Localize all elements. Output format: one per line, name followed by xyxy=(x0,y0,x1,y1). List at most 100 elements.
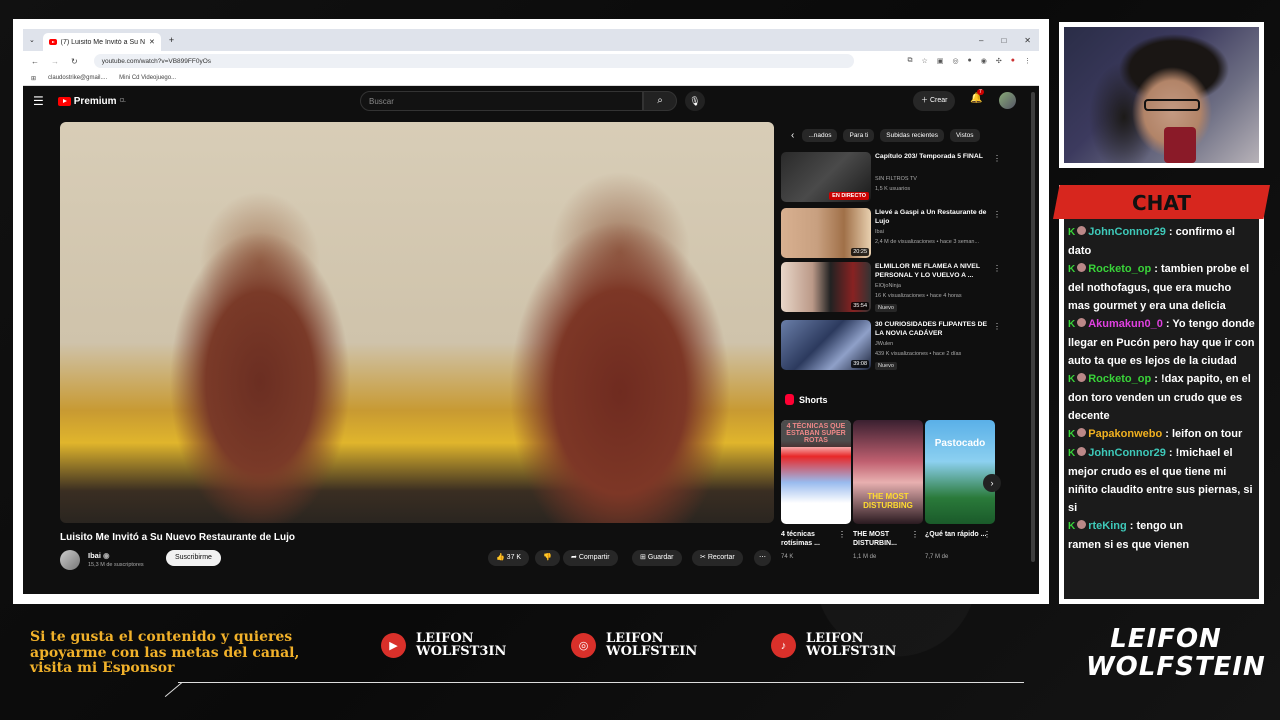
chat-username[interactable]: Rocketo_op xyxy=(1088,263,1151,275)
back-icon[interactable]: ← xyxy=(31,57,39,66)
clip-button[interactable]: ✂ Recortar xyxy=(692,550,743,566)
browser-menu-icon[interactable]: ⋮ xyxy=(1024,57,1031,65)
chips-prev-icon[interactable]: ‹ xyxy=(791,130,794,141)
short-title-2[interactable]: ¿Qué tan rápido ... xyxy=(925,530,987,539)
extension-icon-1[interactable]: ▣ xyxy=(937,57,944,65)
new-tab-button[interactable]: + xyxy=(169,35,174,45)
bookmark-gmail[interactable]: claudostrike@gmail.... xyxy=(48,75,107,81)
channel-name[interactable]: Ibai ◉ xyxy=(88,551,110,560)
rec-thumbnail-1[interactable]: 20:25 xyxy=(781,208,871,258)
notifications-bell-icon[interactable]: 🔔 7 xyxy=(970,89,984,104)
rec-menu-icon-2[interactable]: ⋮ xyxy=(993,264,1001,273)
rec-channel-3[interactable]: JWulen xyxy=(875,340,893,348)
rec-thumbnail-2[interactable]: 35:54 xyxy=(781,262,871,312)
tab-search-icon[interactable]: ⌄ xyxy=(29,36,35,44)
instagram-icon: ◎ xyxy=(571,633,596,658)
channel-avatar[interactable] xyxy=(60,550,80,570)
search-button[interactable]: ⌕ xyxy=(643,91,677,111)
bookmark-star-icon[interactable]: ☆ xyxy=(922,57,928,65)
create-label: Crear xyxy=(929,97,948,104)
bookmark-minicd[interactable]: Mini Cd Videojuego... xyxy=(119,75,176,81)
video-player[interactable] xyxy=(60,122,774,523)
short-menu-icon-2[interactable]: ⋮ xyxy=(983,530,991,539)
shorts-next-button[interactable]: › xyxy=(983,474,1001,492)
like-count: 37 K xyxy=(506,554,522,561)
recommendation-3[interactable]: 39:08 30 CURIOSIDADES FLIPANTES DE LA NO… xyxy=(781,320,1001,372)
voice-search-button[interactable]: 🎙 xyxy=(685,91,705,111)
share-button[interactable]: ➦ Compartir xyxy=(563,550,618,566)
filter-chips: ‹ ...nados Para ti Subidas recientes Vis… xyxy=(791,126,1011,144)
recommendation-2[interactable]: 35:54 ELMILLOR ME FLAMEA A NIVEL PERSONA… xyxy=(781,262,1001,314)
rec-title-2[interactable]: ELMILLOR ME FLAMEA A NIVEL PERSONAL Y LO… xyxy=(875,262,993,280)
install-icon[interactable]: ⧉ xyxy=(908,57,913,65)
user-avatar[interactable] xyxy=(999,92,1016,109)
short-menu-icon-1[interactable]: ⋮ xyxy=(911,530,919,539)
rec-thumbnail-3[interactable]: 39:08 xyxy=(781,320,871,370)
profile-icon[interactable]: ● xyxy=(1011,57,1015,65)
social-tiktok-line2: WOLFST3IN xyxy=(806,643,897,659)
rec-title-3[interactable]: 30 CURIOSIDADES FLIPANTES DE LA NOVIA CA… xyxy=(875,320,993,338)
rec-channel-0[interactable]: SIN FILTROS TV xyxy=(875,175,917,183)
menu-hamburger-icon[interactable]: ☰ xyxy=(33,94,44,108)
rec-title-0[interactable]: Capítulo 203/ Temporada 5 FINAL xyxy=(875,152,993,161)
forward-icon[interactable]: → xyxy=(51,57,59,66)
rec-meta-1: 2,4 M de visualizaciones • hace 3 seman.… xyxy=(875,239,980,245)
extension-icon-3[interactable]: ● xyxy=(968,57,972,65)
rec-menu-icon-3[interactable]: ⋮ xyxy=(993,322,1001,331)
close-window-button[interactable]: ✕ xyxy=(1024,36,1031,45)
more-actions-button[interactable]: ⋯ xyxy=(754,550,771,566)
short-title-1[interactable]: THE MOST DISTURBIN... xyxy=(853,530,915,549)
apps-grid-icon[interactable]: ⊞ xyxy=(31,75,36,82)
clip-label: Recortar xyxy=(707,554,735,561)
maximize-button[interactable]: □ xyxy=(1001,36,1006,45)
chat-username[interactable]: rteKing xyxy=(1088,520,1127,532)
extension-icon-2[interactable]: ◎ xyxy=(952,57,958,65)
shorts-header: Shorts xyxy=(785,394,828,405)
share-label: Compartir xyxy=(578,554,610,561)
rec-menu-icon-0[interactable]: ⋮ xyxy=(993,154,1001,163)
page-scrollbar[interactable] xyxy=(1031,92,1035,562)
rec-menu-icon-1[interactable]: ⋮ xyxy=(993,210,1001,219)
chat-username[interactable]: JohnConnor29 xyxy=(1088,226,1166,238)
subscribe-button[interactable]: Suscribirme xyxy=(166,550,221,566)
short-thumb-text-1: THE MOST DISTURBING xyxy=(863,492,913,510)
duration-badge: 39:08 xyxy=(851,360,869,368)
save-button[interactable]: ⊞ Guardar xyxy=(632,550,682,566)
short-thumbnail-0[interactable]: 4 TÉCNICAS QUE ESTABAN SUPER ROTAS xyxy=(781,420,851,524)
rec-title-1[interactable]: Llevé a Gaspi a Un Restaurante de Lujo xyxy=(875,208,993,226)
extensions-puzzle-icon[interactable]: ✣ xyxy=(996,57,1002,65)
chat-text: : leifon on tour xyxy=(1165,428,1243,440)
recommendation-0[interactable]: EN DIRECTO Capítulo 203/ Temporada 5 FIN… xyxy=(781,152,1001,204)
rec-thumbnail-0[interactable]: EN DIRECTO xyxy=(781,152,871,202)
youtube-logo[interactable]: Premium CL xyxy=(57,96,126,107)
chip-0[interactable]: ...nados xyxy=(802,128,838,142)
create-button[interactable]: ＋ Crear xyxy=(913,91,956,111)
short-title-0[interactable]: 4 técnicas rotísimas ... xyxy=(781,530,843,549)
dislike-button[interactable]: 👎 xyxy=(535,550,560,566)
short-menu-icon-0[interactable]: ⋮ xyxy=(838,530,846,539)
url-field[interactable]: youtube.com/watch?v=VB899FF0yOs xyxy=(93,54,854,68)
kick-badge-icon: K xyxy=(1068,264,1076,275)
minimize-button[interactable]: – xyxy=(979,36,983,45)
chat-username[interactable]: JohnConnor29 xyxy=(1088,447,1166,459)
chip-para-ti[interactable]: Para ti xyxy=(843,128,875,142)
short-thumbnail-2[interactable]: Pastocado xyxy=(925,420,995,524)
rec-channel-1[interactable]: Ibai xyxy=(875,228,884,236)
browser-frame: ⌄ (7) Luisito Me Invitó a Su Nue... ✕ + … xyxy=(13,19,1049,604)
chip-vistos[interactable]: Vistos xyxy=(949,128,980,142)
chat-username[interactable]: Papakonwebo xyxy=(1088,428,1162,440)
short-thumbnail-1[interactable]: THE MOST DISTURBING xyxy=(853,420,923,524)
chat-username[interactable]: Rocketo_op xyxy=(1088,373,1151,385)
extension-icon-4[interactable]: ◉ xyxy=(981,57,987,65)
chip-subidas[interactable]: Subidas recientes xyxy=(880,128,944,142)
kick-badge-icon: K xyxy=(1068,429,1076,440)
rec-channel-2[interactable]: ElOjoNinja xyxy=(875,282,901,290)
search-input[interactable]: Buscar xyxy=(360,91,643,111)
like-button[interactable]: 👍 37 K xyxy=(488,550,530,566)
brand-line1: LEIFON xyxy=(1110,624,1222,654)
chat-username[interactable]: Akumakun0_0 xyxy=(1088,318,1163,330)
tab-active[interactable]: (7) Luisito Me Invitó a Su Nue... ✕ xyxy=(42,33,161,51)
tab-close-icon[interactable]: ✕ xyxy=(149,38,155,46)
reload-icon[interactable]: ↻ xyxy=(71,57,78,66)
recommendation-1[interactable]: 20:25 Llevé a Gaspi a Un Restaurante de … xyxy=(781,208,1001,260)
